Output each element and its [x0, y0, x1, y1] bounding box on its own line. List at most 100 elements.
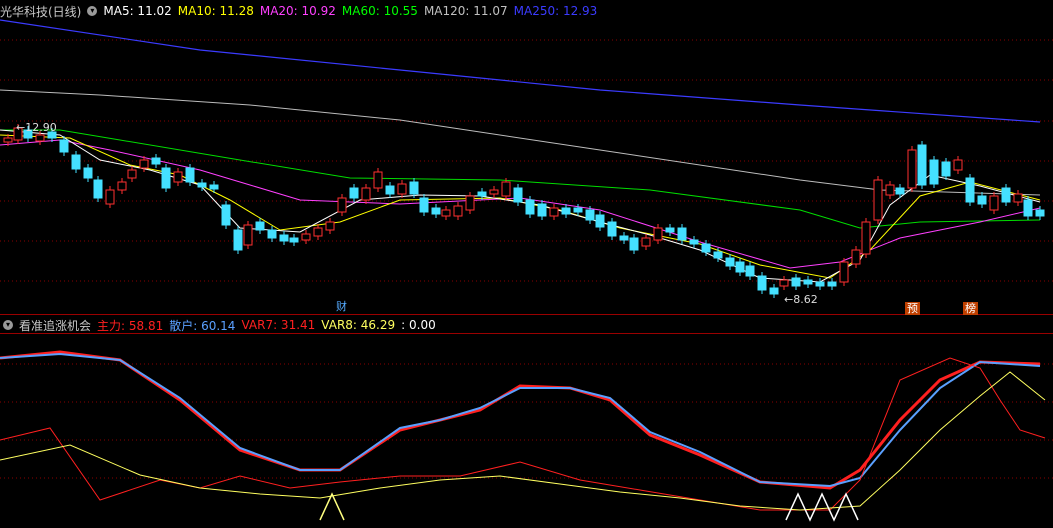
candle-up — [1013, 193, 1023, 203]
candle-down — [895, 187, 905, 195]
candle-up — [873, 179, 883, 221]
candle-up — [105, 189, 115, 205]
stock-title[interactable]: 光华科技(日线) — [0, 3, 81, 20]
candle-up — [3, 137, 13, 143]
ma5-line — [0, 129, 1041, 283]
candle-down — [161, 167, 171, 189]
ma5-value: MA5: 11.02 — [103, 4, 172, 18]
candle-down — [1023, 199, 1033, 217]
candle-up — [173, 171, 183, 183]
var8-line — [0, 371, 1046, 511]
candle-up — [397, 183, 407, 195]
candle-down — [233, 229, 243, 251]
candle-down — [255, 221, 265, 231]
candle-up — [35, 134, 45, 142]
candle-up — [653, 227, 663, 241]
sanhu-value: 散户: 60.14 — [169, 318, 236, 333]
ma120-line — [0, 89, 1041, 196]
candle-up — [127, 169, 137, 179]
indicator-title[interactable]: 看准追涨机会 — [19, 317, 91, 334]
candle-down — [769, 287, 779, 295]
candle-down — [1001, 187, 1011, 203]
candle-up — [441, 209, 451, 217]
candle-up — [361, 187, 371, 201]
candle-up — [839, 261, 849, 283]
candle-down — [595, 214, 605, 228]
candle-down — [725, 257, 735, 267]
candle-down — [701, 243, 711, 253]
candle-up — [489, 189, 499, 195]
candle-down — [619, 235, 629, 241]
var8-value: VAR8: 46.29 — [321, 318, 396, 332]
candle-down — [59, 139, 69, 153]
low-price-label: ←8.62 — [784, 293, 818, 306]
candle-down — [151, 157, 161, 165]
candle-down — [803, 279, 813, 285]
candle-down — [791, 277, 801, 287]
candle-down — [279, 234, 289, 242]
candle-down — [735, 261, 745, 273]
candle-down — [607, 221, 617, 237]
candle-up — [851, 249, 861, 265]
candle-up — [453, 205, 463, 217]
candle-down — [629, 237, 639, 251]
forecast-marker[interactable]: 预 — [905, 302, 920, 315]
candle-up — [117, 181, 127, 191]
candle-down — [71, 154, 81, 170]
candle-up — [779, 279, 789, 287]
candle-down — [977, 195, 987, 205]
candle-up — [501, 181, 511, 197]
candle-up — [989, 195, 999, 211]
candle-down — [289, 237, 299, 243]
candle-down — [917, 144, 927, 186]
candle-up — [641, 237, 651, 247]
ma60-line — [0, 129, 1041, 229]
candle-down — [525, 199, 535, 215]
candle-up — [373, 171, 383, 189]
var7-value: VAR7: 31.41 — [241, 318, 316, 332]
candle-down — [197, 182, 207, 188]
stock-chart[interactable] — [0, 0, 1053, 528]
candle-down — [573, 207, 583, 213]
candle-down — [745, 265, 755, 277]
ma250-line — [0, 19, 1041, 123]
chevron-down-icon[interactable]: ▾ — [3, 320, 13, 330]
candle-up — [465, 195, 475, 211]
ma20-value: MA20: 10.92 — [259, 4, 336, 18]
candle-up — [549, 207, 559, 217]
candle-down — [513, 187, 523, 203]
candle-down — [349, 187, 359, 199]
candle-down — [827, 281, 837, 287]
ma250-value: MA250: 12.93 — [513, 4, 598, 18]
candle-down — [585, 209, 595, 221]
candle-down — [537, 203, 547, 217]
main-chart-header: 光华科技(日线) ▾ MA5: 11.02 MA10: 11.28 MA20: … — [0, 2, 603, 20]
candle-up — [861, 221, 871, 255]
candle-down — [561, 207, 571, 215]
high-price-label: ←12.90 — [16, 121, 57, 134]
candle-up — [301, 233, 311, 241]
candle-up — [325, 221, 335, 231]
candle-down — [267, 229, 277, 239]
candle-down — [665, 227, 675, 233]
candle-down — [1035, 209, 1045, 217]
candle-up — [885, 184, 895, 196]
candle-down — [185, 167, 195, 183]
candle-up — [139, 159, 149, 169]
ma60-value: MA60: 10.55 — [341, 4, 418, 18]
candle-up — [907, 149, 917, 189]
candle-up — [243, 224, 253, 246]
candle-down — [409, 181, 419, 195]
chevron-down-icon[interactable]: ▾ — [87, 6, 98, 16]
candle-down — [385, 185, 395, 195]
zhuli-value: 主力: 58.81 — [97, 318, 164, 333]
candle-down — [221, 204, 231, 226]
candle-down — [209, 184, 219, 190]
candle-down — [689, 239, 699, 245]
candle-down — [941, 161, 951, 177]
candle-down — [419, 197, 429, 213]
earnings-marker[interactable]: 财 — [334, 300, 349, 313]
zero-value: : 0.00 — [401, 318, 436, 332]
ranking-marker[interactable]: 榜 — [963, 302, 978, 315]
candle-down — [431, 207, 441, 215]
